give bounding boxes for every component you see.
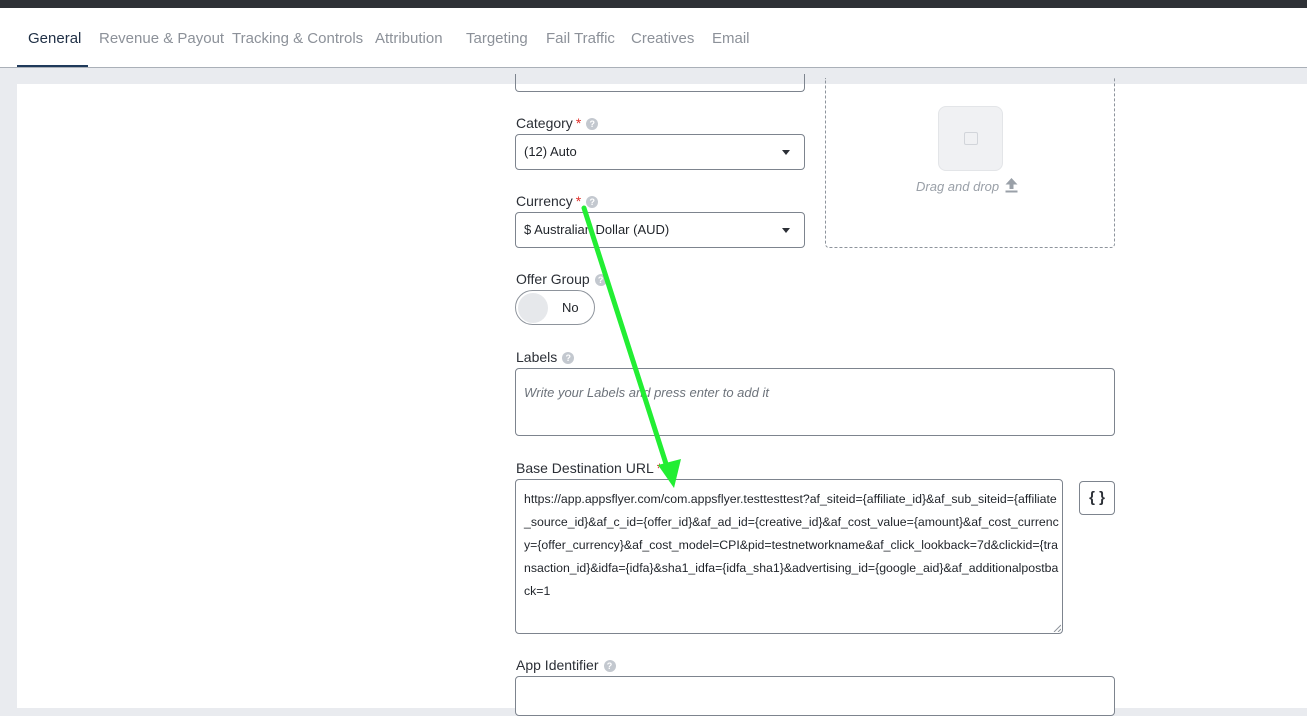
tab-attribution[interactable]: Attribution xyxy=(375,8,443,67)
currency-label: Currency *? xyxy=(516,193,599,209)
help-icon[interactable]: ? xyxy=(586,196,599,208)
app-identifier-label: App Identifier? xyxy=(516,657,616,673)
tab-revenue-payout[interactable]: Revenue & Payout xyxy=(99,8,224,67)
base-url-value: https://app.appsflyer.com/com.appsflyer.… xyxy=(524,492,1059,598)
labels-input[interactable]: Write your Labels and press enter to add… xyxy=(515,368,1115,436)
required-mark: * xyxy=(575,115,582,131)
category-select[interactable]: (12) Auto xyxy=(515,134,805,170)
toggle-state-text: No xyxy=(562,300,579,315)
category-value: (12) Auto xyxy=(524,144,577,159)
image-placeholder-icon xyxy=(938,106,1003,171)
tab-fail-traffic[interactable]: Fail Traffic xyxy=(546,8,615,67)
tab-tracking-controls[interactable]: Tracking & Controls xyxy=(232,8,363,67)
labels-placeholder: Write your Labels and press enter to add… xyxy=(524,385,769,400)
resize-handle-icon[interactable] xyxy=(1053,624,1061,632)
tab-email[interactable]: Email xyxy=(712,8,750,67)
image-dropzone[interactable]: Drag and drop xyxy=(825,78,1115,248)
help-icon[interactable]: ? xyxy=(603,660,616,672)
macro-button[interactable]: { } xyxy=(1079,481,1115,515)
required-mark: * xyxy=(656,460,663,476)
offer-tabs: General Revenue & Payout Tracking & Cont… xyxy=(0,8,1307,68)
caret-down-icon xyxy=(782,228,790,233)
currency-select[interactable]: $ Australian Dollar (AUD) xyxy=(515,212,805,248)
base-url-textarea[interactable]: https://app.appsflyer.com/com.appsflyer.… xyxy=(515,479,1063,634)
toggle-knob xyxy=(518,293,548,323)
form-panel: Drag and drop Category *? (12) Auto Curre… xyxy=(17,74,1307,716)
tab-targeting[interactable]: Targeting xyxy=(466,8,528,67)
dropzone-text: Drag and drop xyxy=(916,178,1018,196)
tab-creatives[interactable]: Creatives xyxy=(631,8,694,67)
category-label: Category *? xyxy=(516,115,599,131)
offer-group-toggle[interactable]: No xyxy=(515,290,595,325)
help-icon[interactable]: ? xyxy=(586,118,599,130)
required-mark: * xyxy=(575,193,582,209)
help-icon[interactable]: ? xyxy=(594,274,607,286)
app-identifier-input[interactable] xyxy=(515,676,1115,716)
tab-general[interactable]: General xyxy=(28,8,81,67)
offer-group-label: Offer Group? xyxy=(516,271,607,287)
upload-icon xyxy=(1005,178,1018,196)
active-tab-indicator xyxy=(17,65,88,67)
base-url-label: Base Destination URL * xyxy=(516,460,663,476)
previous-input-field[interactable] xyxy=(515,74,805,92)
top-app-bar xyxy=(0,0,1307,8)
caret-down-icon xyxy=(782,150,790,155)
currency-value: $ Australian Dollar (AUD) xyxy=(524,222,670,237)
labels-label: Labels? xyxy=(516,349,575,365)
help-icon[interactable]: ? xyxy=(562,352,575,364)
